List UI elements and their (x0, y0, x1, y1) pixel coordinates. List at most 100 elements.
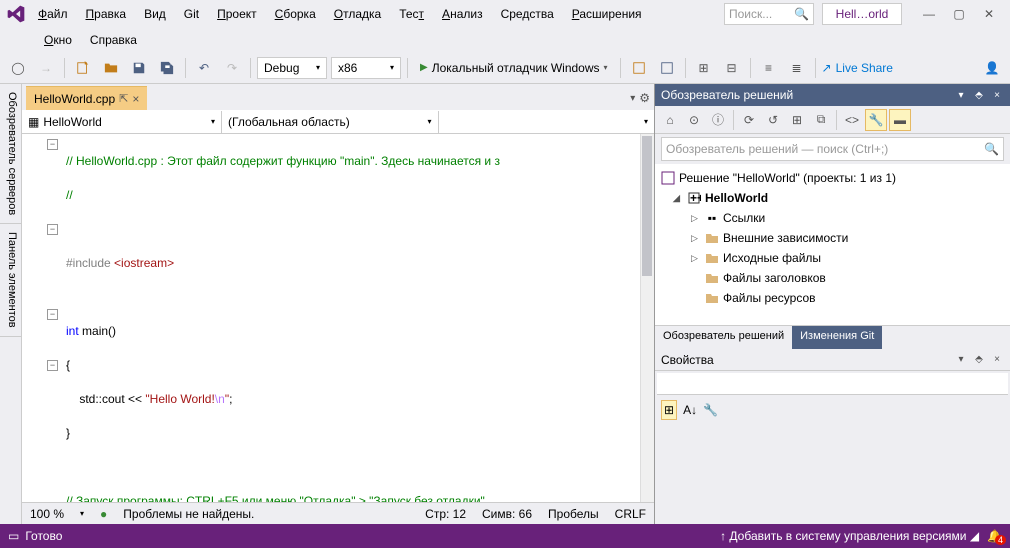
menu-tools[interactable]: Средства (493, 3, 562, 25)
refs-node[interactable]: ▷▪▪Ссылки (655, 208, 1010, 228)
feedback-button[interactable]: 👤 (980, 56, 1004, 80)
nav-scope-combo[interactable]: (Глобальная область)▾ (222, 111, 439, 133)
search-input[interactable]: Поиск... 🔍 (724, 3, 814, 25)
vcs-add-button[interactable]: ↑ Добавить в систему управления версиями… (720, 529, 979, 543)
menu-window[interactable]: Окно (36, 29, 80, 51)
config-combo[interactable]: Debug▾ (257, 57, 327, 79)
tb-icon-1[interactable] (627, 56, 651, 80)
se-btn-2[interactable]: ⊙ (683, 109, 705, 131)
se-btn-6[interactable]: ⊞ (786, 109, 808, 131)
tb-icon-3[interactable]: ⊞ (692, 56, 716, 80)
notifications-button[interactable]: 🔔4 (987, 529, 1002, 543)
ext-deps-node[interactable]: ▷Внешние зависимости (655, 228, 1010, 248)
close-button[interactable]: ✕ (974, 3, 1004, 25)
close-icon[interactable]: × (990, 88, 1004, 102)
t: HelloWorld (43, 115, 101, 129)
live-share-button[interactable]: ↗ Live Share (822, 61, 893, 75)
se-btn-8[interactable]: <> (841, 109, 863, 131)
menu-project[interactable]: Проект (209, 3, 265, 25)
vertical-scrollbar[interactable] (640, 134, 654, 502)
categorize-icon[interactable]: ⊞ (661, 400, 677, 420)
menu-view[interactable]: Вид (136, 3, 174, 25)
folder-icon (705, 291, 719, 305)
t: Свойства (661, 353, 714, 367)
sort-icon[interactable]: A↓ (683, 403, 697, 417)
menu-git[interactable]: Git (176, 3, 207, 25)
menu-extensions[interactable]: Расширения (564, 3, 650, 25)
titlebar: Файл Правка Вид Git Проект Сборка Отладк… (0, 0, 1010, 28)
code-editor[interactable]: − − − − // HelloWorld.cpp : Этот файл со… (22, 134, 654, 502)
save-all-button[interactable] (155, 56, 179, 80)
server-explorer-tab[interactable]: Обозреватель серверов (0, 84, 21, 224)
chevron-down-icon[interactable]: ▾ (954, 88, 968, 102)
se-btn-3[interactable]: ⓘ (707, 109, 729, 131)
menu-test[interactable]: Тест (391, 3, 432, 25)
se-btn-10[interactable]: ▬ (889, 109, 911, 131)
t: Решение "HelloWorld" (проекты: 1 из 1) (679, 171, 896, 185)
se-btn-4[interactable]: ⟳ (738, 109, 760, 131)
se-search-input[interactable]: Обозреватель решений — поиск (Ctrl+;) 🔍 (661, 137, 1004, 161)
refs-icon: ▪▪ (705, 211, 719, 225)
undo-button[interactable]: ↶ (192, 56, 216, 80)
solution-tree[interactable]: Решение "HelloWorld" (проекты: 1 из 1) ◢… (655, 164, 1010, 325)
chevron-down-icon[interactable]: ▾ (954, 353, 968, 367)
search-icon: 🔍 (984, 142, 999, 156)
git-changes-tab[interactable]: Изменения Git (792, 326, 882, 349)
vs-logo-icon (6, 4, 26, 24)
project-node[interactable]: ◢++HelloWorld (655, 188, 1010, 208)
tb-icon-4[interactable]: ⊟ (720, 56, 744, 80)
nav-fwd-button[interactable]: → (34, 56, 58, 80)
close-tab-button[interactable]: × (132, 92, 139, 106)
solution-node[interactable]: Решение "HelloWorld" (проекты: 1 из 1) (655, 168, 1010, 188)
document-tab[interactable]: HelloWorld.cpp ⇱ × (26, 86, 147, 110)
new-button[interactable] (71, 56, 95, 80)
save-button[interactable] (127, 56, 151, 80)
se-btn-7[interactable]: ⧉ (810, 109, 832, 131)
redo-button[interactable]: ↷ (220, 56, 244, 80)
props-object-combo[interactable] (657, 373, 1008, 395)
se-tab[interactable]: Обозреватель решений (655, 326, 792, 349)
menu-analyze[interactable]: Анализ (434, 3, 491, 25)
pin-icon[interactable]: ⬘ (972, 353, 986, 367)
document-tabstrip: HelloWorld.cpp ⇱ × ▾ ⚙ (22, 84, 654, 110)
toolbox-tab[interactable]: Панель элементов (0, 224, 21, 337)
menu-debug[interactable]: Отладка (326, 3, 389, 25)
solution-name: Hell…orld (822, 3, 902, 25)
se-btn-5[interactable]: ↺ (762, 109, 784, 131)
c: main() (79, 324, 116, 338)
start-debug-button[interactable]: ▶ Локальный отладчик Windows ▾ (414, 56, 614, 80)
wrench-icon[interactable]: 🔧 (703, 403, 718, 417)
menu-edit[interactable]: Правка (78, 3, 135, 25)
home-icon[interactable]: ⌂ (659, 109, 681, 131)
t: Обозреватель решений — поиск (Ctrl+;) (666, 142, 888, 156)
nav-project-combo[interactable]: ▦HelloWorld▾ (22, 111, 222, 133)
nav-member-combo[interactable]: ▾ (439, 111, 655, 133)
pin-icon[interactable]: ⇱ (119, 92, 128, 105)
pin-icon[interactable]: ⬘ (972, 88, 986, 102)
hdr-node[interactable]: Файлы заголовков (655, 268, 1010, 288)
minimize-button[interactable]: — (914, 3, 944, 25)
right-panels: Обозреватель решений ▾ ⬘ × ⌂ ⊙ ⓘ ⟳ ↺ ⊞ ⧉ <… (654, 84, 1010, 524)
gear-icon[interactable]: ⚙ (639, 91, 650, 105)
props-toolbar: ⊞ A↓ 🔧 (655, 397, 1010, 423)
t: Внешние зависимости (723, 231, 848, 245)
crlf-indicator: CRLF (615, 507, 646, 521)
menu-help[interactable]: Справка (82, 29, 145, 51)
platform-combo[interactable]: x86▾ (331, 57, 401, 79)
nav-back-button[interactable]: ◯ (6, 56, 30, 80)
maximize-button[interactable]: ▢ (944, 3, 974, 25)
zoom-level[interactable]: 100 % (30, 507, 64, 521)
res-node[interactable]: Файлы ресурсов (655, 288, 1010, 308)
menu-build[interactable]: Сборка (267, 3, 324, 25)
solution-explorer-header: Обозреватель решений ▾⬘× (655, 84, 1010, 106)
src-node[interactable]: ▷Исходные файлы (655, 248, 1010, 268)
chevron-down-icon[interactable]: ▾ (630, 93, 635, 104)
close-icon[interactable]: × (990, 353, 1004, 367)
open-button[interactable] (99, 56, 123, 80)
tb-icon-5[interactable]: ≡ (757, 56, 781, 80)
wrench-icon[interactable]: 🔧 (865, 109, 887, 131)
menu-file[interactable]: Файл (30, 3, 76, 25)
tb-icon-2[interactable] (655, 56, 679, 80)
t: Ссылки (723, 211, 765, 225)
tb-icon-6[interactable]: ≣ (785, 56, 809, 80)
